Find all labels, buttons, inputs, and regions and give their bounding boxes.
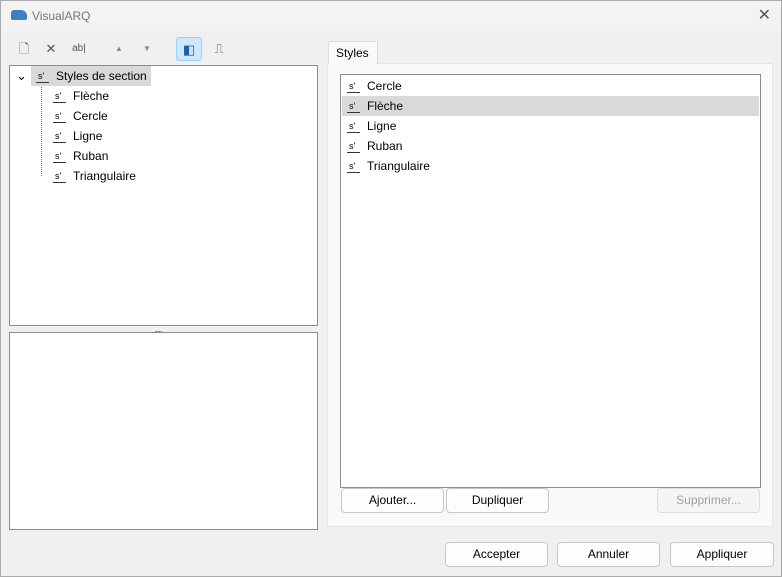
accept-button[interactable]: Accepter [445, 542, 548, 567]
list-item-selected[interactable]: Flèche [342, 96, 759, 116]
delete-button[interactable]: Supprimer... [657, 488, 760, 513]
tree-item[interactable]: Ruban [52, 146, 108, 166]
tree-item[interactable]: Flèche [52, 86, 109, 106]
tree-item-label: Ruban [73, 149, 109, 163]
list-item[interactable]: Ruban [342, 136, 759, 156]
section-style-icon [346, 136, 362, 156]
title-bar: VisualARQ ✕ [1, 1, 781, 31]
tab-styles[interactable]: Styles [328, 41, 378, 64]
section-style-icon [346, 76, 362, 96]
duplicate-button[interactable]: Dupliquer [446, 488, 549, 513]
move-up-icon[interactable]: ▲ [106, 37, 132, 61]
section-style-icon [35, 66, 51, 86]
tree-item-label: Ligne [73, 129, 103, 143]
list-item-label: Flèche [367, 99, 404, 113]
delete-icon[interactable]: ✕ [38, 37, 64, 61]
list-item[interactable]: Ligne [342, 116, 759, 136]
tree-item[interactable]: Ligne [52, 126, 102, 146]
section-style-icon [346, 96, 362, 116]
dialog-window: VisualARQ ✕ 🗋 ✕ ab| ▲ ▼ ◧ ⎍ ⌄ Styles de … [0, 0, 782, 577]
tree-item-label: Cercle [73, 109, 108, 123]
tree-item[interactable]: Triangulaire [52, 166, 136, 186]
rename-icon[interactable]: ab| [66, 37, 92, 61]
close-button[interactable]: ✕ [758, 5, 771, 25]
list-item[interactable]: Triangulaire [342, 156, 759, 176]
tree-item-label: Flèche [73, 89, 110, 103]
section-style-icon [52, 86, 68, 106]
list-item-label: Ligne [367, 119, 397, 133]
list-item-label: Cercle [367, 79, 402, 93]
preview-layout-icon[interactable]: ◧ [176, 37, 202, 61]
move-down-icon[interactable]: ▼ [134, 37, 160, 61]
list-item-label: Triangulaire [367, 159, 430, 173]
section-style-icon [346, 156, 362, 176]
window-title: VisualARQ [32, 9, 91, 23]
tree-item-label: Triangulaire [73, 169, 136, 183]
section-style-icon [346, 116, 362, 136]
tree-item[interactable]: Cercle [52, 106, 108, 126]
visualarq-logo-icon [11, 10, 27, 20]
section-style-icon [52, 106, 68, 126]
section-style-icon [52, 126, 68, 146]
styles-list: Cercle Flèche Ligne Ruban Triangulaire [340, 74, 761, 488]
preview-panel [9, 332, 318, 530]
profile-icon[interactable]: ⎍ [206, 37, 232, 61]
apply-button[interactable]: Appliquer [670, 542, 774, 567]
style-tree: ⌄ Styles de section Flèche Cercle Ligne … [9, 65, 318, 326]
list-item-label: Ruban [367, 139, 403, 153]
list-item[interactable]: Cercle [342, 76, 759, 96]
cancel-button[interactable]: Annuler [557, 542, 660, 567]
section-style-icon [52, 146, 68, 166]
add-button[interactable]: Ajouter... [341, 488, 444, 513]
tree-root-label: Styles de section [56, 69, 147, 83]
new-doc-icon[interactable]: 🗋 [11, 37, 37, 61]
tree-root[interactable]: Styles de section [31, 66, 151, 86]
section-style-icon [52, 166, 68, 186]
expand-chevron-icon[interactable]: ⌄ [16, 68, 27, 84]
